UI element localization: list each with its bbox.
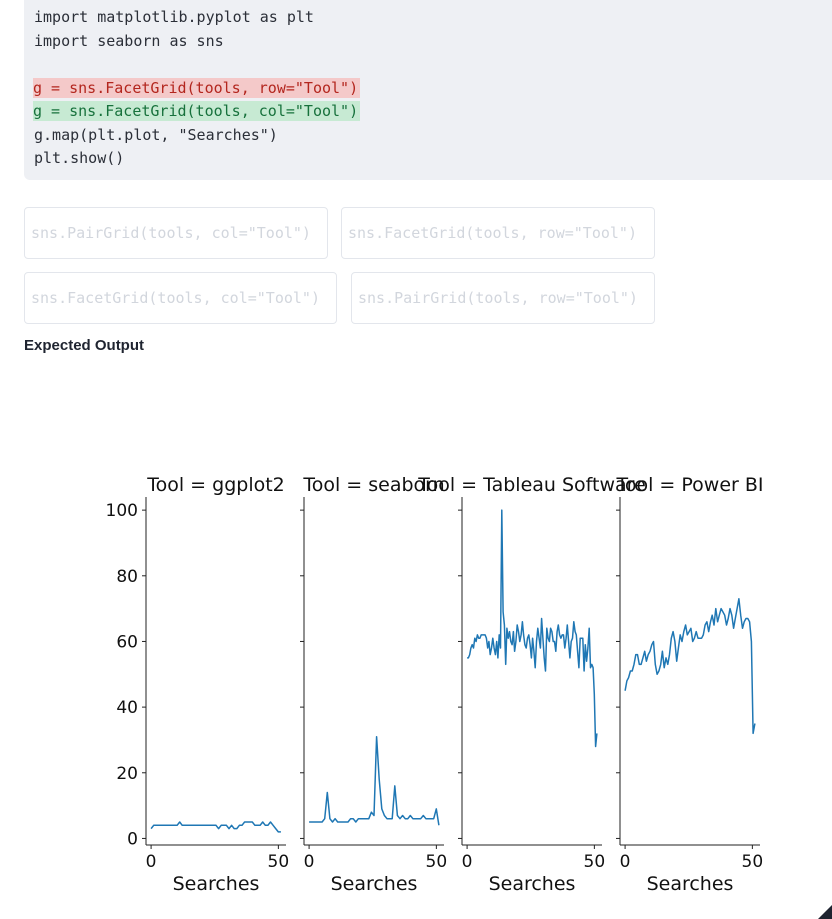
y-tick-label: 80 [116, 567, 138, 587]
y-tick-label: 20 [116, 764, 138, 784]
x-tick-label: 50 [426, 852, 448, 872]
facet-title: Tool = ggplot2 [146, 474, 285, 496]
x-axis-label: Searches [489, 873, 576, 895]
series-line [624, 598, 756, 735]
x-tick-label: 0 [146, 852, 157, 872]
resize-handle[interactable] [818, 905, 832, 919]
facet-title: Tool = Tableau Software [417, 474, 646, 496]
facet-title: Tool = Power BI [615, 474, 763, 496]
facet-chart: 0 20 40 60 80 100 0 50 Searches Tool = ggplot2 0 50… [106, 474, 764, 895]
y-tick-label: 60 [116, 632, 138, 652]
series-line [309, 735, 440, 826]
y-tick-label: 0 [127, 829, 138, 849]
x-tick-label: 50 [742, 852, 764, 872]
series-line [150, 821, 281, 833]
x-axis-label: Searches [331, 873, 418, 895]
x-tick-label: 0 [304, 852, 315, 872]
x-axis-label: Searches [647, 873, 734, 895]
x-tick-label: 0 [462, 852, 473, 872]
y-tick-label: 40 [116, 698, 138, 718]
series-line [467, 509, 598, 748]
x-tick-label: 50 [268, 852, 290, 872]
y-tick-label: 100 [106, 501, 138, 521]
x-tick-label: 50 [584, 852, 606, 872]
x-axis-label: Searches [173, 873, 260, 895]
x-tick-label: 0 [620, 852, 631, 872]
